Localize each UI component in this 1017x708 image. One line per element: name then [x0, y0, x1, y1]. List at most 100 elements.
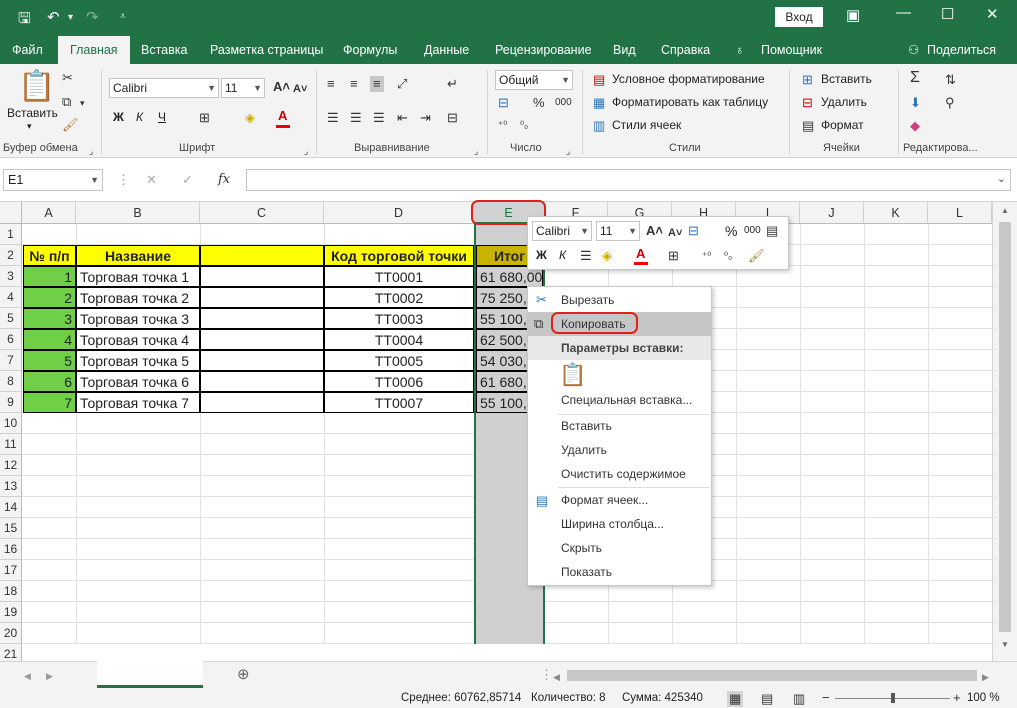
- wrap-text-icon[interactable]: ↵: [447, 76, 458, 92]
- cell-name[interactable]: Торговая точка 2: [76, 287, 200, 308]
- row-header[interactable]: 20: [0, 623, 22, 644]
- cell-code[interactable]: ТТ0006: [324, 371, 474, 392]
- zoom-in-icon[interactable]: +: [953, 690, 961, 706]
- paste-icon[interactable]: 📋: [18, 70, 55, 104]
- mini-size-select[interactable]: 11 ▼: [596, 221, 640, 241]
- decrease-indent-icon[interactable]: ⇤: [397, 110, 408, 126]
- cell-number[interactable]: 1: [23, 266, 76, 287]
- merge-center-icon[interactable]: ⊟: [447, 110, 458, 126]
- undo-icon[interactable]: ↶: [47, 8, 60, 26]
- name-box[interactable]: E1 ▼: [3, 169, 103, 191]
- cell-empty[interactable]: [200, 287, 324, 308]
- tab-file[interactable]: Файл: [12, 36, 43, 64]
- format-as-table-button[interactable]: Форматировать как таблицу: [612, 95, 768, 109]
- cell-number[interactable]: 2: [23, 287, 76, 308]
- fill-color-icon[interactable]: ◈: [602, 248, 612, 264]
- copy-icon[interactable]: ⧉: [62, 94, 71, 110]
- font-launcher-icon[interactable]: ⌟: [304, 143, 308, 159]
- percent-icon[interactable]: %: [533, 95, 545, 111]
- scroll-down-icon[interactable]: ▼: [1001, 640, 1009, 649]
- decrease-decimal-icon[interactable]: ⁰₀: [724, 249, 732, 265]
- number-format-select[interactable]: Общий ▼: [495, 70, 573, 90]
- menu-item-cut[interactable]: Вырезать: [528, 288, 711, 312]
- scroll-up-icon[interactable]: ▲: [1001, 206, 1009, 215]
- tab-assistant[interactable]: Помощник: [761, 36, 822, 64]
- customize-qa-icon[interactable]: ⩡: [120, 11, 126, 22]
- save-icon[interactable]: 🖫: [18, 8, 31, 33]
- cell-name[interactable]: Торговая точка 7: [76, 392, 200, 413]
- chevron-down-icon[interactable]: ⌄: [997, 172, 1006, 185]
- zoom-out-icon[interactable]: −: [822, 690, 830, 706]
- comma-style-icon[interactable]: 000: [555, 95, 572, 111]
- font-color-icon[interactable]: A: [278, 108, 287, 124]
- cell-empty[interactable]: [200, 371, 324, 392]
- mini-font-select[interactable]: Calibri ▼: [532, 221, 592, 241]
- grow-font-icon[interactable]: A˄: [646, 223, 663, 239]
- align-center-icon[interactable]: ☰: [580, 248, 592, 264]
- find-select-icon[interactable]: ⚲: [945, 95, 955, 111]
- row-header[interactable]: 8: [0, 371, 22, 392]
- cell-code[interactable]: ТТ0001: [324, 266, 474, 287]
- menu-item-column-width[interactable]: Ширина столбца...: [528, 512, 711, 536]
- scroll-thumb[interactable]: [999, 222, 1011, 632]
- menu-item-delete[interactable]: Удалить: [528, 438, 711, 462]
- row-header[interactable]: 16: [0, 539, 22, 560]
- increase-decimal-icon[interactable]: ⁺⁰: [702, 249, 711, 265]
- cell-name[interactable]: Торговая точка 3: [76, 308, 200, 329]
- delete-cells-button[interactable]: Удалить: [821, 95, 867, 109]
- header-cell-number[interactable]: № п/п: [23, 245, 76, 266]
- cell-number[interactable]: 7: [23, 392, 76, 413]
- cancel-icon[interactable]: ✕: [146, 172, 157, 188]
- cell-code[interactable]: ТТ0002: [324, 287, 474, 308]
- page-layout-view-icon[interactable]: ▤: [761, 691, 773, 707]
- row-header[interactable]: 7: [0, 350, 22, 371]
- bold-button[interactable]: Ж: [113, 110, 124, 124]
- row-header[interactable]: 18: [0, 581, 22, 602]
- paste-option-icon[interactable]: 📋: [559, 363, 586, 387]
- format-painter-icon[interactable]: 🖌: [748, 248, 765, 264]
- paste-dropdown-icon[interactable]: ▾: [27, 121, 32, 132]
- tab-insert[interactable]: Вставка: [141, 36, 187, 64]
- tab-review[interactable]: Рецензирование: [495, 36, 592, 64]
- cut-icon[interactable]: ✂: [62, 70, 73, 86]
- align-top-icon[interactable]: ≡: [327, 76, 335, 92]
- cell-empty[interactable]: [200, 308, 324, 329]
- row-header[interactable]: 9: [0, 392, 22, 413]
- header-cell-code[interactable]: Код торговой точки: [324, 245, 474, 266]
- cell-number[interactable]: 6: [23, 371, 76, 392]
- mini-italic-button[interactable]: К: [559, 248, 566, 262]
- clear-icon[interactable]: ◆: [910, 118, 920, 134]
- menu-item-paste-special[interactable]: Специальная вставка...: [528, 388, 711, 412]
- row-header[interactable]: 19: [0, 602, 22, 623]
- alignment-launcher-icon[interactable]: ⌟: [474, 143, 478, 159]
- select-all-corner[interactable]: [0, 202, 22, 224]
- font-name-select[interactable]: Calibri ▼: [109, 78, 219, 98]
- font-color-icon[interactable]: A: [636, 246, 645, 262]
- cell-name[interactable]: Торговая точка 1: [76, 266, 200, 287]
- conditional-format-button[interactable]: Условное форматирование: [612, 72, 765, 86]
- number-launcher-icon[interactable]: ⌟: [566, 143, 570, 159]
- thousands-button[interactable]: 000: [744, 225, 761, 236]
- align-left-icon[interactable]: ☰: [327, 110, 339, 126]
- cell-number[interactable]: 3: [23, 308, 76, 329]
- add-sheet-icon[interactable]: ⊕: [237, 667, 250, 683]
- enter-icon[interactable]: ✓: [182, 172, 193, 188]
- column-header[interactable]: D: [324, 202, 474, 224]
- percent-button[interactable]: %: [725, 223, 737, 239]
- horizontal-scrollbar-thumb[interactable]: [567, 670, 977, 681]
- accounting-format-icon[interactable]: ⊟: [498, 95, 509, 111]
- ribbon-display-icon[interactable]: ▣: [846, 6, 860, 24]
- increase-indent-icon[interactable]: ⇥: [420, 110, 431, 126]
- cell-number[interactable]: 4: [23, 329, 76, 350]
- sort-filter-icon[interactable]: ⇅: [945, 72, 956, 88]
- page-break-view-icon[interactable]: ▥: [793, 691, 805, 707]
- fill-color-icon[interactable]: ◈: [245, 110, 255, 126]
- italic-button[interactable]: К: [136, 110, 143, 124]
- menu-item-insert[interactable]: Вставить: [528, 414, 711, 438]
- row-header[interactable]: 17: [0, 560, 22, 581]
- align-bottom-icon[interactable]: ≡: [370, 76, 384, 92]
- fill-icon[interactable]: ⬇: [910, 95, 921, 111]
- vertical-scrollbar[interactable]: ▲ ▼: [992, 202, 1017, 661]
- row-header[interactable]: 1: [0, 224, 22, 245]
- row-header[interactable]: 10: [0, 413, 22, 434]
